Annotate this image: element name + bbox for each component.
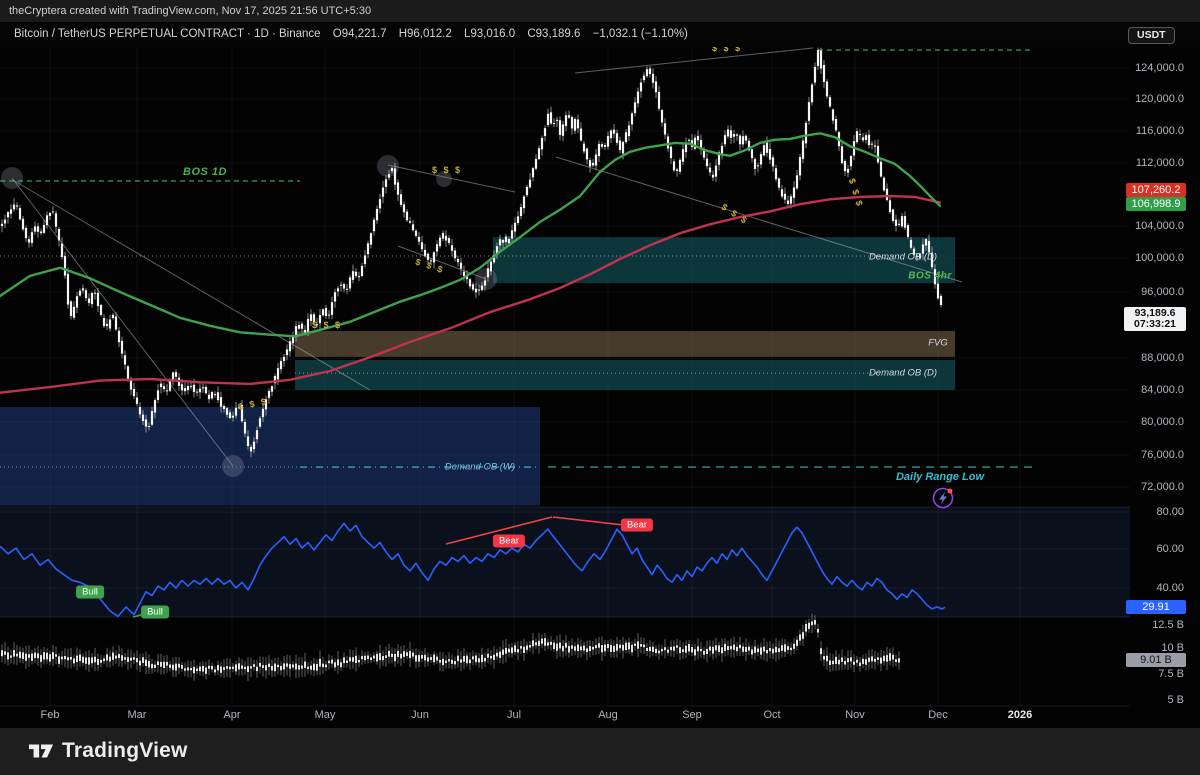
swing-circle-marker <box>475 268 497 290</box>
swing-circle-marker <box>436 171 452 187</box>
time-axis-label: Jun <box>411 709 429 721</box>
attribution-bar: theCryptera created with TradingView.com… <box>0 0 1200 22</box>
time-axis-label: Apr <box>223 709 241 721</box>
time-axis[interactable]: Feb Mar Apr May Jun Jul Aug Sep Oct Nov Dec 2026 <box>0 706 1035 726</box>
demand-ob-w-zone <box>0 406 540 506</box>
time-axis-label: May <box>314 709 336 721</box>
trendline-may-channel-bottom <box>397 245 487 280</box>
demand-ob-d-lower-zone <box>295 360 955 390</box>
demand-ob-d-upper-zone <box>493 237 955 284</box>
symbol-bar[interactable]: Bitcoin / TetherUS PERPETUAL CONTRACT · … <box>0 22 1200 47</box>
rsi-pane-bg <box>0 507 1130 617</box>
fvg-zone <box>295 331 955 357</box>
ohlc-close: C93,189.6 <box>527 28 581 40</box>
ohlc-open: O94,221.7 <box>332 28 387 40</box>
time-axis-label: Dec <box>928 709 948 721</box>
chart-canvas[interactable] <box>0 0 1200 775</box>
symbol-title[interactable]: Bitcoin / TetherUS PERPETUAL CONTRACT · … <box>14 28 321 40</box>
flash-icon[interactable] <box>932 487 954 509</box>
currency-toggle-button[interactable]: USDT <box>1128 27 1175 44</box>
time-axis-label: Aug <box>598 709 618 721</box>
time-axis-label: 2026 <box>1007 709 1033 721</box>
trendline-aug-oct-highs <box>574 47 814 74</box>
tradingview-screenshot: theCryptera created with TradingView.com… <box>0 0 1200 775</box>
ohlc-low: L93,016.0 <box>463 28 516 40</box>
footer-bar: TradingView <box>0 728 1200 775</box>
tradingview-logo-icon[interactable] <box>28 740 54 762</box>
time-axis-label: Oct <box>763 709 781 721</box>
time-axis-label: Jul <box>506 709 522 721</box>
time-axis-label: Mar <box>127 709 147 721</box>
price-change: −1,032.1 (−1.10%) <box>592 28 688 40</box>
time-axis-label: Nov <box>845 709 865 721</box>
swing-circle-marker <box>1 167 23 189</box>
time-axis-label: Sep <box>682 709 702 721</box>
attribution-text: theCryptera created with TradingView.com… <box>9 5 372 17</box>
volume-pane <box>1 613 900 681</box>
time-axis-label: Feb <box>40 709 60 721</box>
swing-circle-marker <box>222 455 244 477</box>
ohlc-high: H96,012.2 <box>398 28 452 40</box>
tradingview-logo-text[interactable]: TradingView <box>62 728 188 774</box>
